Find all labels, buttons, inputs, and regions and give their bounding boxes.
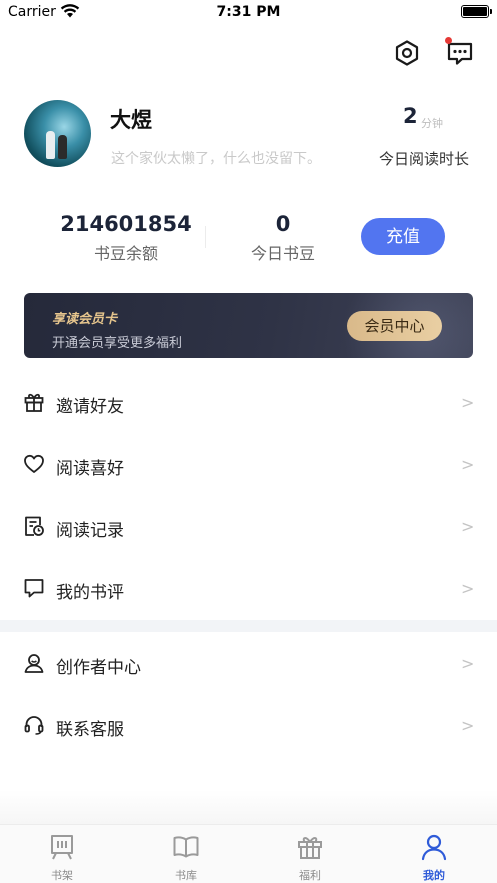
tab-label-welfare: 福利 bbox=[299, 869, 321, 882]
gift-icon bbox=[298, 837, 322, 859]
vip-center-button[interactable]: 会员中心 bbox=[347, 311, 442, 341]
bookshelf-icon bbox=[51, 835, 73, 860]
username[interactable]: 大煜 bbox=[110, 104, 152, 134]
menu-label-history: 阅读记录 bbox=[56, 521, 124, 541]
menu-label-preferences: 阅读喜好 bbox=[56, 459, 124, 479]
menu-item-history[interactable]: 阅读记录 > bbox=[0, 496, 497, 558]
menu-item-support[interactable]: 联系客服 > bbox=[0, 695, 497, 757]
tab-profile[interactable]: 我的 bbox=[372, 825, 496, 883]
book-icon bbox=[173, 836, 199, 858]
battery-icon bbox=[461, 5, 492, 18]
avatar[interactable] bbox=[24, 100, 91, 167]
comment-icon bbox=[24, 579, 44, 598]
tab-bar: 书架 书库 福利 我的 bbox=[0, 824, 497, 883]
menu-label-creator: 创作者中心 bbox=[56, 658, 141, 678]
stat-divider bbox=[205, 226, 206, 248]
menu-item-reviews[interactable]: 我的书评 > bbox=[0, 558, 497, 620]
menu-label-support: 联系客服 bbox=[56, 720, 124, 740]
chevron-right-icon: > bbox=[461, 579, 475, 598]
menu-item-creator[interactable]: 创作者中心 > bbox=[0, 633, 497, 695]
chevron-right-icon: > bbox=[461, 517, 475, 536]
status-bar: Carrier 7:31 PM bbox=[0, 0, 497, 26]
beans-balance-value: 214601854 bbox=[60, 212, 192, 236]
history-icon bbox=[25, 516, 44, 536]
tab-welfare[interactable]: 福利 bbox=[248, 825, 372, 883]
chevron-right-icon: > bbox=[461, 716, 475, 735]
tabbar-shadow bbox=[0, 790, 497, 824]
settings-icon[interactable] bbox=[392, 38, 422, 68]
chevron-right-icon: > bbox=[461, 455, 475, 474]
section-divider bbox=[0, 620, 497, 632]
user-icon bbox=[421, 834, 447, 861]
tab-label-profile: 我的 bbox=[423, 869, 445, 882]
menu-label-reviews: 我的书评 bbox=[56, 583, 124, 603]
user-bio: 这个家伙太懒了，什么也没留下。 bbox=[111, 151, 321, 167]
vip-title: 享读会员卡 bbox=[52, 312, 118, 327]
tab-library[interactable]: 书库 bbox=[124, 825, 248, 883]
tab-label-library: 书库 bbox=[175, 869, 197, 882]
chevron-right-icon: > bbox=[461, 393, 475, 412]
tab-label-bookshelf: 书架 bbox=[51, 869, 73, 882]
vip-card[interactable]: 享读会员卡 开通会员享受更多福利 会员中心 bbox=[24, 293, 473, 358]
chevron-right-icon: > bbox=[461, 654, 475, 673]
read-time-unit: 分钟 bbox=[421, 117, 443, 130]
unread-badge bbox=[445, 37, 452, 44]
recharge-button[interactable]: 充值 bbox=[361, 218, 445, 255]
today-beans-value: 0 bbox=[275, 212, 291, 236]
today-beans-label: 今日书豆 bbox=[250, 244, 315, 263]
menu-item-invite[interactable]: 邀请好友 > bbox=[0, 372, 497, 434]
read-time-value: 2 bbox=[403, 104, 418, 128]
gift-icon bbox=[24, 393, 44, 412]
beans-balance-label: 书豆余额 bbox=[93, 244, 158, 263]
clock: 7:31 PM bbox=[216, 4, 281, 20]
menu-label-invite: 邀请好友 bbox=[56, 397, 124, 417]
tab-bookshelf[interactable]: 书架 bbox=[0, 825, 124, 883]
read-time-label: 今日阅读时长 bbox=[379, 150, 470, 168]
vip-subtitle: 开通会员享受更多福利 bbox=[52, 336, 183, 351]
menu-item-preferences[interactable]: 阅读喜好 > bbox=[0, 434, 497, 496]
creator-icon bbox=[24, 654, 44, 673]
heart-icon bbox=[24, 454, 44, 473]
headset-icon bbox=[24, 716, 44, 735]
